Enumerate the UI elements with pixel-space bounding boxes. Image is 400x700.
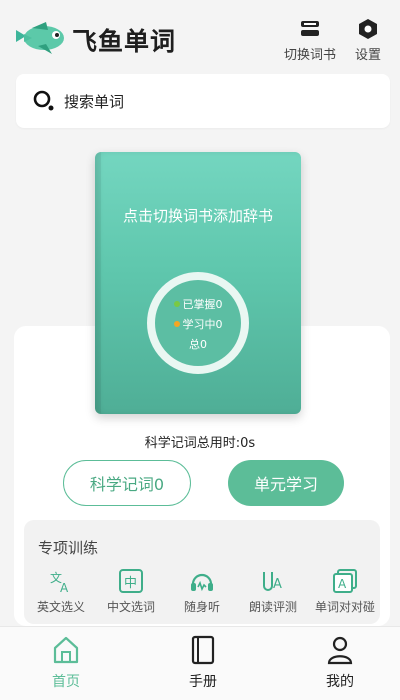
scientific-memory-button[interactable]: 科学记词0 [63, 460, 191, 506]
training-item-read-aloud[interactable]: A 朗读评测 [238, 568, 308, 615]
app-title: 飞鱼单词 [72, 27, 177, 56]
mastered-label: 已掌握0 [182, 298, 223, 311]
tab-home[interactable]: 首页 [26, 635, 106, 691]
special-training-section: 专项训练 文 A 英文选义 中 中文选词 随身听 A 朗读评测 A 单词对对碰 [24, 520, 380, 624]
settings-button[interactable]: 设置 [348, 18, 388, 63]
training-item-english-meaning[interactable]: 文 A 英文选义 [26, 568, 96, 615]
total-label: 总0 [189, 338, 207, 351]
hexagon-gear-icon [359, 19, 377, 39]
progress-ring: 已掌握0 学习中0 总0 [147, 272, 249, 374]
mastered-dot [173, 301, 180, 307]
training-title: 专项训练 [38, 539, 99, 557]
svg-text:A: A [273, 577, 282, 592]
book-spine [95, 152, 101, 414]
svg-text:A: A [338, 577, 347, 591]
chinese-char-icon: 中 [119, 569, 143, 593]
training-label: 英文选义 [36, 600, 85, 614]
user-icon [327, 636, 353, 665]
book-stack-icon [301, 21, 319, 36]
svg-text:A: A [60, 581, 69, 594]
mastered-row: 已掌握0 [155, 296, 241, 312]
switch-book-button[interactable]: 切换词书 [282, 18, 338, 63]
search-icon [33, 90, 54, 111]
word-match-icon: A [333, 569, 357, 593]
tab-label: 手册 [189, 674, 217, 690]
learning-row: 学习中0 [155, 316, 241, 332]
settings-label: 设置 [354, 48, 381, 63]
tab-label: 我的 [326, 674, 354, 690]
unit-study-button[interactable]: 单元学习 [228, 460, 344, 506]
training-label: 中文选词 [106, 600, 155, 614]
tab-handbook[interactable]: 手册 [163, 635, 243, 691]
svg-text:中: 中 [124, 576, 137, 591]
wordbook-cover[interactable]: 点击切换词书添加辞书 已掌握0 学习中0 总0 [95, 152, 301, 414]
search-input[interactable]: 搜索单词 [16, 74, 390, 128]
training-label: 随身听 [183, 600, 220, 614]
flying-fish-logo [16, 22, 64, 54]
switch-book-label: 切换词书 [283, 48, 336, 63]
learning-dot [173, 321, 180, 327]
home-icon [53, 636, 79, 664]
headphones-icon [191, 573, 213, 592]
memory-time-stat: 科学记词总用时:0s [144, 436, 256, 451]
training-label: 单词对对碰 [314, 600, 375, 614]
app-header: 飞鱼单词 切换词书 设置 [0, 0, 400, 72]
training-item-listen[interactable]: 随身听 [167, 568, 237, 615]
translate-icon: 文 A [50, 570, 69, 594]
learning-label: 学习中0 [182, 318, 223, 331]
training-item-chinese-word[interactable]: 中 中文选词 [96, 568, 166, 615]
bottom-tab-bar: 首页 手册 我的 [0, 626, 400, 700]
tab-label: 首页 [52, 674, 80, 690]
book-cover-text: 点击切换词书添加辞书 [122, 207, 273, 225]
search-placeholder: 搜索单词 [64, 92, 125, 111]
pronunciation-icon: A [263, 572, 282, 592]
training-item-word-match[interactable]: A 单词对对碰 [310, 568, 380, 615]
tab-me[interactable]: 我的 [300, 635, 380, 691]
handbook-icon [191, 635, 215, 665]
training-label: 朗读评测 [248, 600, 297, 614]
